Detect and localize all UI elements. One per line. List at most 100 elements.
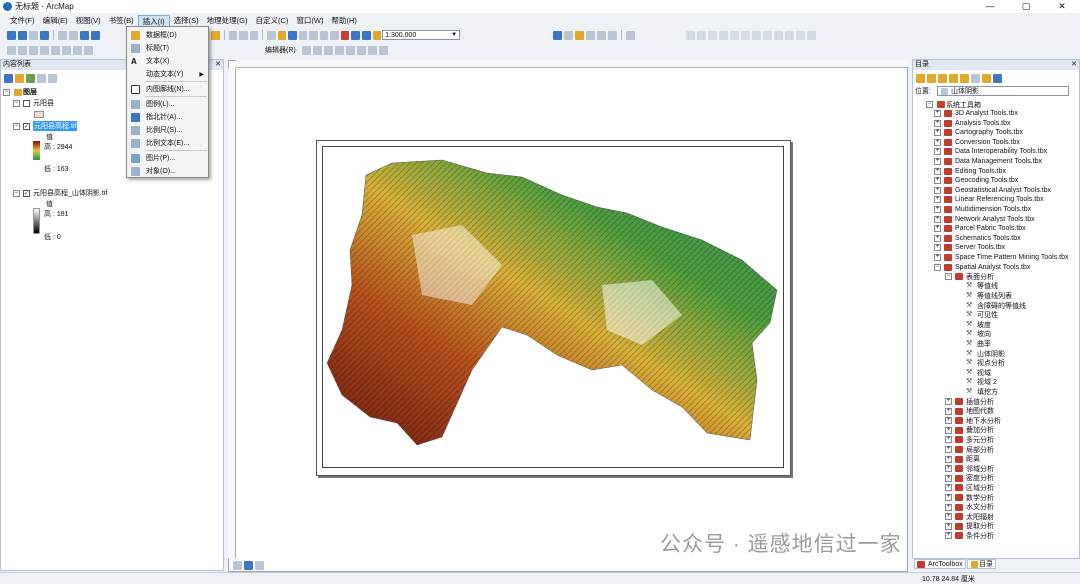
expand-icon[interactable]: + — [945, 503, 952, 511]
expand-icon[interactable]: + — [934, 244, 941, 252]
back-arrow-icon[interactable] — [916, 73, 925, 83]
toc-layer-item[interactable]: − 元阳县 — [13, 98, 54, 108]
arctoolbox-icon[interactable] — [597, 30, 606, 40]
views-icon[interactable] — [971, 73, 980, 83]
search-window-icon[interactable] — [586, 30, 595, 40]
list-by-selection-icon[interactable] — [37, 73, 46, 83]
expand-icon[interactable]: + — [945, 513, 952, 521]
undo-icon[interactable] — [351, 30, 361, 40]
menu-item-dynamic-text[interactable]: 动态文本(Y) ▶ — [127, 68, 208, 80]
collapse-icon[interactable]: − — [3, 88, 10, 96]
new-map-icon[interactable] — [267, 30, 276, 40]
expand-icon[interactable]: + — [934, 177, 941, 185]
catalog-options-icon[interactable] — [993, 73, 1002, 83]
layout-zoom-out-icon[interactable] — [18, 45, 27, 55]
catalog-toolset-item[interactable]: + 叠加分析 — [945, 426, 994, 435]
fixed-zoom-in-icon[interactable] — [58, 30, 67, 40]
expand-icon[interactable]: + — [934, 129, 941, 137]
toc-layer-item[interactable]: − ✓ 元阳县高程.tif — [13, 121, 78, 131]
expand-icon[interactable]: + — [934, 215, 941, 223]
save-icon[interactable] — [288, 30, 297, 40]
catalog-tool-item[interactable]: ⚒ 可见性 — [966, 311, 998, 320]
add-data-dropdown-icon[interactable] — [372, 30, 382, 40]
find-icon[interactable] — [228, 30, 238, 40]
catalog-toolset-item[interactable]: + 水文分析 — [945, 503, 994, 512]
expand-icon[interactable]: + — [934, 206, 941, 213]
zoom-out-icon[interactable] — [18, 30, 27, 40]
catalog-tool-item[interactable]: ⚒ 曲率 — [966, 339, 991, 348]
menu-item-title[interactable]: 标题(T) — [127, 42, 208, 54]
expand-icon[interactable]: + — [945, 522, 952, 530]
close-icon[interactable]: ✕ — [215, 60, 221, 70]
catalog-toolbox-item[interactable]: + Space Time Pattern Mining Tools.tbx — [934, 253, 1068, 262]
copy-icon[interactable] — [319, 30, 329, 40]
catalog-toolset-item[interactable]: + 数学分析 — [945, 493, 994, 502]
fixed-zoom-layout-icon[interactable] — [62, 45, 71, 55]
expand-icon[interactable]: + — [934, 148, 941, 156]
close-icon[interactable]: ✕ — [1071, 60, 1077, 70]
catalog-toolset-item[interactable]: + 地图代数 — [945, 407, 994, 416]
catalog-toolbox-item[interactable]: + Analysis Tools.tbx — [934, 119, 1011, 128]
home-folder-icon[interactable] — [949, 73, 958, 83]
cut-icon[interactable] — [309, 30, 318, 40]
menu-item-data-frame[interactable]: 数据框(D) — [127, 29, 208, 41]
expand-icon[interactable]: + — [934, 225, 941, 233]
identify-icon[interactable] — [249, 30, 259, 40]
catalog-tool-item[interactable]: ⚒ 坡向 — [966, 330, 991, 339]
catalog-toolbox-item[interactable]: +3D Analyst Tools.tbx — [934, 109, 1018, 118]
full-extent-icon[interactable] — [40, 30, 49, 40]
menu-bookmarks[interactable]: 书签(B) — [105, 15, 138, 27]
menu-view[interactable]: 视图(V) — [72, 15, 105, 27]
pan-icon[interactable] — [29, 30, 38, 40]
collapse-icon[interactable]: − — [13, 189, 20, 197]
edit-tool-icon[interactable] — [302, 45, 312, 55]
catalog-toolbox-item[interactable]: + Editing Tools.tbx — [934, 167, 1006, 176]
straight-segment-icon[interactable] — [324, 45, 334, 55]
forward-extent-icon[interactable] — [91, 30, 100, 40]
python-window-icon[interactable] — [608, 30, 617, 40]
layout-view-icon[interactable] — [244, 560, 253, 570]
catalog-toolbox-item[interactable]: − Spatial Analyst Tools.tbx — [934, 263, 1030, 272]
expand-icon[interactable]: + — [945, 474, 952, 482]
connect-folder-icon[interactable] — [960, 73, 969, 83]
menu-file[interactable]: 文件(F) — [6, 15, 39, 27]
expand-icon[interactable]: + — [945, 465, 952, 473]
collapse-icon[interactable]: − — [945, 273, 952, 281]
menu-item-text[interactable]: A 文本(X) — [127, 55, 208, 67]
delete-icon[interactable] — [340, 30, 350, 40]
catalog-toolset-item[interactable]: + 插值分析 — [945, 397, 994, 406]
location-combobox[interactable]: 山体阴影 — [936, 86, 1069, 96]
menu-item-legend[interactable]: 图例(L)... — [127, 98, 208, 110]
sketch-icon[interactable] — [335, 45, 345, 55]
expand-icon[interactable]: + — [945, 407, 952, 415]
back-layout-icon[interactable] — [73, 45, 82, 55]
forward-layout-icon[interactable] — [84, 45, 93, 55]
catalog-toolbox-item[interactable]: + Data Management Tools.tbx — [934, 157, 1042, 166]
catalog-tool-item[interactable]: ⚒ 山体阴影 — [966, 349, 1005, 358]
expand-icon[interactable]: + — [945, 532, 952, 540]
collapse-icon[interactable]: − — [934, 263, 941, 271]
rotate-tool-icon[interactable] — [357, 45, 367, 55]
catalog-toolbox-item[interactable]: + Geostatistical Analyst Tools.tbx — [934, 186, 1051, 195]
list-by-visibility-icon[interactable] — [26, 73, 35, 83]
catalog-toolbox-item[interactable]: + Schematics Tools.tbx — [934, 234, 1021, 243]
forward-arrow-icon[interactable] — [927, 73, 936, 83]
zoom-whole-page-icon[interactable] — [40, 45, 49, 55]
toc-window-icon[interactable] — [564, 30, 573, 40]
catalog-toolbox-item[interactable]: + Parcel Fabric Tools.tbx — [934, 224, 1026, 233]
catalog-tool-item[interactable]: ⚒ 等值线 — [966, 282, 998, 291]
expand-icon[interactable]: + — [945, 398, 952, 405]
expand-icon[interactable]: + — [945, 436, 952, 444]
catalog-window-icon[interactable] — [575, 30, 584, 40]
expand-icon[interactable]: + — [934, 167, 941, 175]
menu-item-scale-text[interactable]: 比例文本(E)... — [127, 137, 208, 149]
expand-icon[interactable]: + — [934, 234, 941, 242]
open-icon[interactable] — [277, 30, 287, 40]
catalog-toolset-item[interactable]: + 密度分析 — [945, 474, 994, 483]
menu-item-north-arrow[interactable]: 指北针(A)... — [127, 111, 208, 123]
collapse-icon[interactable]: − — [13, 99, 20, 107]
menu-item-object[interactable]: 对象(O)... — [127, 165, 208, 177]
map-scale-dropdown[interactable]: 1:300,000 ▼ — [382, 30, 461, 40]
catalog-toolset-item[interactable]: + 多元分析 — [945, 435, 994, 444]
data-view-icon[interactable] — [233, 560, 242, 570]
